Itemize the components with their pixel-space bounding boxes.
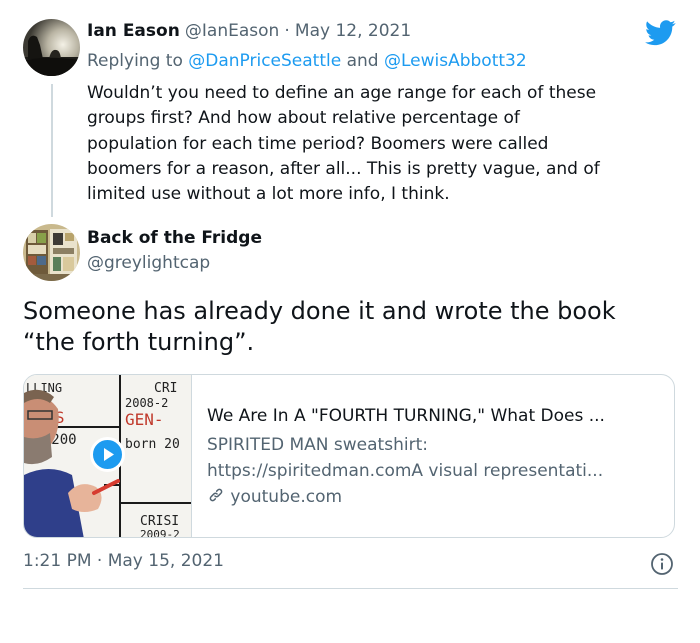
replying-to-and: and — [346, 51, 379, 71]
reply-date[interactable]: May 12, 2021 — [295, 21, 411, 41]
tweet-timestamp[interactable]: 1:21 PM · May 15, 2021 — [23, 551, 224, 571]
replying-to-user-link[interactable]: @LewisAbbott32 — [384, 51, 527, 71]
card-domain-text: youtube.com — [230, 487, 343, 507]
replying-to-user-link[interactable]: @DanPriceSeattle — [188, 51, 341, 71]
reply-author-handle[interactable]: @IanEason — [185, 21, 279, 41]
main-author-handle[interactable]: @greylightcap — [87, 253, 210, 273]
card-domain: youtube.com — [207, 486, 342, 509]
text-line: boomers for a reason, after all... This … — [87, 158, 600, 179]
card-title[interactable]: We Are In A "FOURTH TURNING," What Does … — [207, 406, 605, 426]
header-separator: · — [284, 21, 290, 41]
bottom-divider — [23, 588, 678, 589]
thumb-text: 2008-2 — [125, 396, 168, 410]
thumb-text: 2009-2 — [140, 528, 180, 538]
text-line: population for each time period? Boomers… — [87, 133, 549, 154]
text-line: Wouldn’t you need to define an age range… — [87, 83, 597, 103]
info-icon[interactable] — [650, 552, 674, 580]
link-preview-card[interactable]: LLING 08 IALS 32-200 CRI 2008-2 GEN- bor… — [23, 374, 675, 538]
text-line: groups first? And how about relative per… — [87, 108, 520, 129]
timestamp-date: May 15, 2021 — [107, 551, 224, 571]
link-icon — [207, 486, 225, 509]
ian-eason-avatar[interactable] — [23, 19, 80, 76]
text-line: “the forth turning”. — [23, 328, 255, 356]
thumb-text: GEN- — [125, 410, 164, 429]
replying-to-prefix: Replying to — [87, 51, 183, 71]
main-author-name[interactable]: Back of the Fridge — [87, 228, 262, 248]
play-icon[interactable] — [90, 437, 125, 472]
card-description-line: SPIRITED MAN sweatshirt: — [207, 435, 428, 455]
twitter-bird-icon[interactable] — [645, 20, 676, 50]
reply-author-name[interactable]: Ian Eason — [87, 21, 180, 41]
video-thumbnail[interactable]: LLING 08 IALS 32-200 CRI 2008-2 GEN- bor… — [24, 375, 192, 538]
text-line: Someone has already done it and wrote th… — [23, 297, 616, 325]
thumb-text: CRISI — [140, 514, 179, 529]
back-of-the-fridge-avatar[interactable] — [23, 224, 80, 281]
timestamp-time: 1:21 PM — [23, 551, 92, 571]
main-tweet-text: Someone has already done it and wrote th… — [23, 296, 683, 358]
thread-connector-line — [51, 84, 53, 217]
reply-tweet-text: Wouldn’t you need to define an age range… — [87, 81, 677, 207]
replying-to-line: Replying to @DanPriceSeattle and @LewisA… — [87, 51, 527, 71]
card-description-line: https://spiritedman.comA visual represen… — [207, 461, 604, 481]
text-line: limited use without a lot more info, I t… — [87, 184, 450, 205]
reply-header: Ian Eason @IanEason · May 12, 2021 — [87, 21, 411, 41]
thumb-text: CRI — [154, 381, 177, 396]
timestamp-separator: · — [96, 551, 103, 571]
thumb-text: born 20 — [125, 437, 180, 452]
